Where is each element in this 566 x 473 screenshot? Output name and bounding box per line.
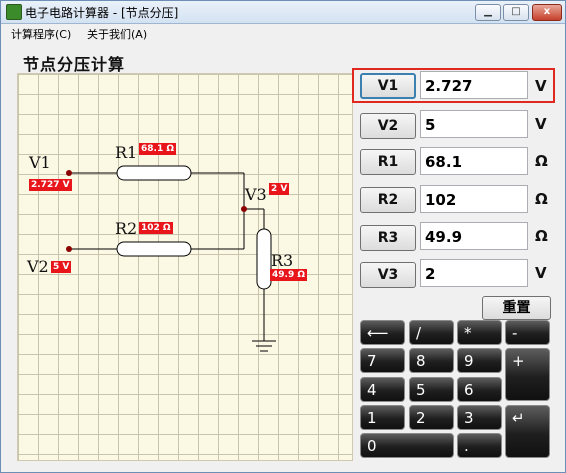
page-title: 节点分压计算 bbox=[23, 55, 126, 74]
key-multiply[interactable]: * bbox=[457, 320, 502, 345]
title-bar: 电子电路计算器 - [节点分压] ▁ □ x bbox=[1, 1, 565, 24]
r2-unit: Ω bbox=[535, 190, 548, 208]
node-v2 bbox=[66, 246, 72, 252]
minimize-button[interactable]: ▁ bbox=[475, 4, 501, 21]
menu-bar: 计算程序(C) 关于我们(A) bbox=[1, 24, 565, 42]
key-dot[interactable]: . bbox=[457, 433, 502, 458]
v2-unit: V bbox=[535, 115, 547, 133]
key-7[interactable]: 7 bbox=[360, 348, 405, 373]
node-v3 bbox=[241, 206, 247, 212]
v3-input[interactable]: 2 bbox=[420, 259, 528, 287]
v3-unit: V bbox=[535, 264, 547, 282]
menu-about-us[interactable]: 关于我们(A) bbox=[87, 26, 147, 42]
resistor-r3 bbox=[256, 228, 272, 290]
value-v3: 2 V bbox=[269, 183, 290, 195]
value-v1: 2.727 V bbox=[29, 179, 72, 191]
app-icon bbox=[6, 4, 22, 20]
key-0[interactable]: 0 bbox=[360, 433, 454, 458]
value-v2: 5 V bbox=[51, 261, 72, 273]
v1-input[interactable]: 2.727 bbox=[420, 71, 528, 99]
resistor-r1 bbox=[116, 165, 192, 181]
value-r2: 102 Ω bbox=[139, 222, 173, 234]
r3-button[interactable]: R3 bbox=[360, 225, 416, 251]
r3-unit: Ω bbox=[535, 227, 548, 245]
value-r1: 68.1 Ω bbox=[139, 143, 176, 155]
v1-unit: V bbox=[535, 77, 547, 95]
key-plus[interactable]: + bbox=[505, 348, 550, 401]
value-r3: 49.9 Ω bbox=[270, 269, 307, 281]
menu-calc-program[interactable]: 计算程序(C) bbox=[11, 26, 71, 42]
v3-button[interactable]: V3 bbox=[360, 262, 416, 288]
label-r3: R3 bbox=[271, 251, 294, 270]
reset-button[interactable]: 重置 bbox=[482, 296, 551, 320]
key-9[interactable]: 9 bbox=[457, 348, 502, 373]
key-3[interactable]: 3 bbox=[457, 405, 502, 430]
label-v2: V2 bbox=[27, 257, 49, 276]
r1-unit: Ω bbox=[535, 152, 548, 170]
v2-input[interactable]: 5 bbox=[420, 110, 528, 138]
key-4[interactable]: 4 bbox=[360, 377, 405, 402]
key-5[interactable]: 5 bbox=[409, 377, 454, 402]
node-v1 bbox=[66, 170, 72, 176]
key-6[interactable]: 6 bbox=[457, 377, 502, 402]
window-title: 电子电路计算器 - [节点分压] bbox=[25, 6, 179, 20]
resistor-r2 bbox=[116, 241, 192, 257]
close-button[interactable]: x bbox=[532, 4, 562, 21]
key-8[interactable]: 8 bbox=[409, 348, 454, 373]
v1-button[interactable]: V1 bbox=[360, 73, 416, 99]
label-r2: R2 bbox=[115, 219, 138, 238]
key-enter[interactable]: ↵ bbox=[505, 405, 550, 458]
v2-button[interactable]: V2 bbox=[360, 113, 416, 139]
app-window: 电子电路计算器 - [节点分压] ▁ □ x 计算程序(C) 关于我们(A) 节… bbox=[0, 0, 566, 473]
r2-input[interactable]: 102 bbox=[420, 185, 528, 213]
key-divide[interactable]: / bbox=[409, 320, 454, 345]
label-r1: R1 bbox=[115, 143, 138, 162]
key-minus[interactable]: - bbox=[505, 320, 550, 345]
key-2[interactable]: 2 bbox=[409, 405, 454, 430]
r1-button[interactable]: R1 bbox=[360, 149, 416, 175]
key-backspace[interactable]: ⟵ bbox=[360, 320, 405, 345]
key-1[interactable]: 1 bbox=[360, 405, 405, 430]
label-v1: V1 bbox=[29, 153, 51, 172]
maximize-button[interactable]: □ bbox=[503, 4, 529, 21]
r1-input[interactable]: 68.1 bbox=[420, 147, 528, 175]
label-v3: V3 bbox=[245, 185, 267, 204]
r2-button[interactable]: R2 bbox=[360, 187, 416, 213]
r3-input[interactable]: 49.9 bbox=[420, 222, 528, 250]
